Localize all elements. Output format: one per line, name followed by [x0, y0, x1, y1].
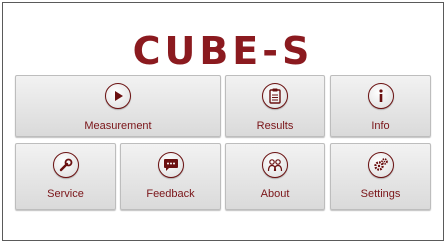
people-icon — [262, 152, 288, 178]
cube-s-logo: CUBE-S — [3, 31, 443, 71]
measurement-button[interactable]: Measurement — [15, 75, 221, 137]
results-button[interactable]: Results — [225, 75, 325, 137]
gears-icon — [367, 152, 394, 178]
main-screen: CUBE-S Measurement Results Info Service … — [2, 2, 444, 241]
play-icon — [105, 83, 131, 109]
info-label: Info — [371, 120, 390, 132]
info-button[interactable]: Info — [330, 75, 431, 137]
settings-label: Settings — [360, 188, 401, 200]
measurement-label: Measurement — [84, 120, 152, 132]
chat-bubble-icon — [157, 152, 184, 178]
service-button[interactable]: Service — [15, 143, 116, 210]
settings-button[interactable]: Settings — [330, 143, 431, 210]
results-label: Results — [256, 120, 294, 132]
wrench-icon — [52, 152, 79, 178]
clipboard-icon — [262, 83, 288, 109]
about-button[interactable]: About — [225, 143, 325, 210]
service-label: Service — [47, 188, 84, 200]
logo-text: CUBE-S — [133, 31, 314, 71]
feedback-button[interactable]: Feedback — [120, 143, 221, 210]
info-icon — [367, 83, 394, 109]
feedback-label: Feedback — [146, 188, 195, 200]
about-label: About — [260, 188, 290, 200]
